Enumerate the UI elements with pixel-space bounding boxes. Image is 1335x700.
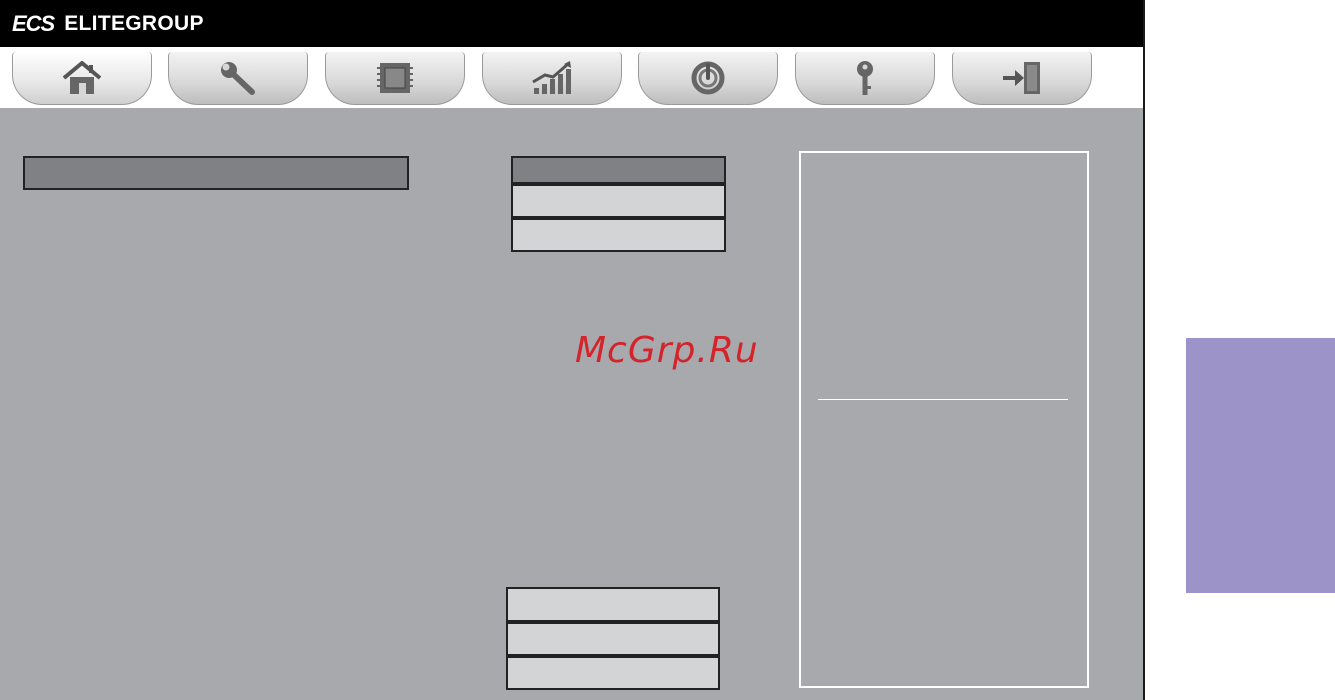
performance-chart-icon: [532, 61, 571, 94]
exit-icon: [1003, 62, 1040, 94]
tab-exit[interactable]: [952, 52, 1092, 105]
home-icon: [62, 61, 102, 94]
tab-chipset[interactable]: [325, 52, 465, 105]
cpu-chip-icon: [377, 63, 413, 93]
side-tab: [1186, 338, 1335, 593]
action-box[interactable]: [506, 587, 720, 622]
key-icon: [857, 61, 873, 95]
section-header-bar[interactable]: [23, 156, 409, 190]
main-panel: McGrp.Ru: [0, 108, 1143, 700]
ecs-logo: ECS ELITEGROUP: [12, 11, 204, 37]
tab-security[interactable]: [795, 52, 935, 105]
option-item[interactable]: [511, 184, 726, 218]
logo-mark: ECS: [12, 10, 55, 36]
tab-main[interactable]: [12, 52, 152, 105]
action-box[interactable]: [506, 656, 720, 690]
bios-screen: ECS ELITEGROUP McGrp.Ru: [0, 0, 1145, 700]
title-bar: ECS ELITEGROUP: [0, 0, 1143, 47]
option-item[interactable]: [511, 218, 726, 252]
option-selected[interactable]: [511, 156, 726, 184]
help-divider: [818, 399, 1068, 400]
action-box[interactable]: [506, 622, 720, 656]
tab-advanced[interactable]: [168, 52, 308, 105]
help-panel: [799, 151, 1089, 688]
watermark: McGrp.Ru: [575, 330, 759, 371]
logo-text: ELITEGROUP: [64, 11, 204, 35]
tab-performance[interactable]: [482, 52, 622, 105]
power-icon: [691, 61, 725, 95]
wrench-icon: [221, 62, 255, 95]
tab-power[interactable]: [638, 52, 778, 105]
tab-bar: [0, 47, 1143, 109]
